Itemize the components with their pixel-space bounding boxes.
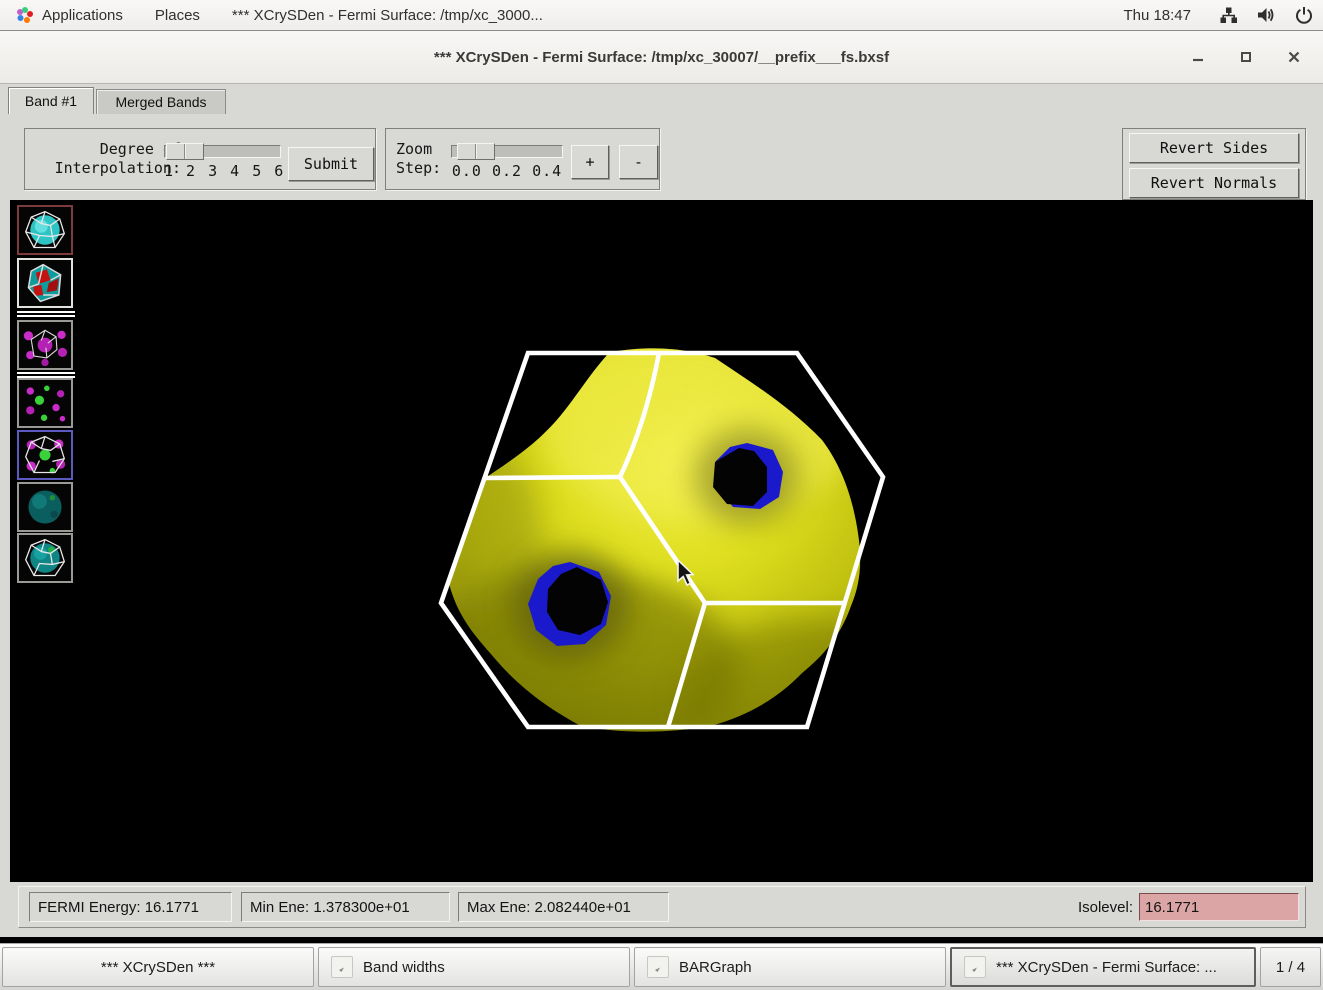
taskbar-item-label: *** XCrySDen - Fermi Surface: ... (996, 959, 1217, 976)
fermi-surface-render (10, 200, 1313, 882)
taskbar-item-band-widths[interactable]: Band widths (318, 947, 630, 987)
render-canvas[interactable] (10, 200, 1313, 882)
system-tray: Thu 18:47 (1105, 0, 1323, 30)
submit-button[interactable]: Submit (288, 147, 374, 181)
window-titlebar[interactable]: *** XCrySDen - Fermi Surface: /tmp/xc_30… (0, 31, 1323, 84)
surface-thumbnail-2[interactable] (17, 258, 73, 308)
zoom-frame: Zoom Step: 0.0 0.2 0.4 + - (385, 128, 660, 190)
minimize-button[interactable] (1187, 46, 1209, 68)
xcrysden-window: Band #1 Merged Bands Degree of Interpola… (0, 84, 1323, 937)
system-bar: Applications Places *** XCrySDen - Fermi… (0, 0, 1323, 31)
zoom-ticks: 0.0 0.2 0.4 (446, 162, 568, 180)
isolevel-input[interactable] (1139, 893, 1299, 921)
thumbnail-separator (17, 311, 75, 317)
fermi-energy-readout: FERMI Energy: 16.1771 (29, 892, 232, 922)
maximize-button[interactable] (1235, 46, 1257, 68)
surface-thumbnail-5[interactable] (17, 430, 73, 480)
workspace-pager[interactable]: 1 / 4 (1260, 947, 1321, 987)
interpolation-slider-handle[interactable] (166, 143, 204, 160)
close-button[interactable] (1283, 46, 1305, 68)
active-window-menu[interactable]: *** XCrySDen - Fermi Surface: /tmp/xc_30… (216, 0, 559, 30)
applications-menu[interactable]: Applications (0, 0, 139, 30)
applications-pinwheel-icon (16, 6, 34, 24)
taskbar-item-fermi-surface-active[interactable]: *** XCrySDen - Fermi Surface: ... (950, 947, 1256, 987)
taskbar-item-label: BARGraph (679, 959, 752, 976)
zoom-out-button[interactable]: - (619, 145, 658, 179)
taskbar-item-xcrysden[interactable]: *** XCrySDen *** (2, 947, 314, 987)
surface-thumbnail-7[interactable] (17, 533, 73, 583)
tab-merged-bands[interactable]: Merged Bands (96, 89, 226, 114)
isolevel-label: Isolevel: (1078, 899, 1133, 916)
thumbnail-separator (17, 372, 75, 378)
status-panel: FERMI Energy: 16.1771 Min Ene: 1.378300e… (18, 886, 1306, 928)
zoom-in-button[interactable]: + (571, 145, 609, 179)
window-icon (964, 956, 986, 978)
tab-merged-bands-label: Merged Bands (115, 94, 206, 110)
taskbar-item-label: Band widths (363, 959, 445, 976)
min-energy-readout: Min Ene: 1.378300e+01 (241, 892, 450, 922)
revert-sides-button[interactable]: Revert Sides (1129, 133, 1299, 163)
zoom-step-label: Zoom Step: (396, 140, 441, 178)
interpolation-frame: Degree of Interpolation: 1 2 3 4 5 6 Sub… (24, 128, 376, 190)
max-energy-readout: Max Ene: 2.082440e+01 (458, 892, 669, 922)
revert-frame: Revert Sides Revert Normals (1122, 128, 1306, 200)
places-menu[interactable]: Places (139, 0, 216, 30)
taskbar-item-label: *** XCrySDen *** (101, 959, 215, 976)
interpolation-label: Degree of Interpolation: (31, 140, 181, 178)
network-icon[interactable] (1209, 0, 1247, 30)
revert-normals-button[interactable]: Revert Normals (1129, 168, 1299, 198)
window-title: *** XCrySDen - Fermi Surface: /tmp/xc_30… (0, 49, 1323, 66)
surface-thumbnail-6[interactable] (17, 482, 73, 532)
volume-icon[interactable] (1247, 0, 1285, 30)
zoom-slider-handle[interactable] (457, 143, 495, 160)
applications-label: Applications (42, 7, 123, 24)
window-icon (331, 956, 353, 978)
tab-band-1[interactable]: Band #1 (8, 87, 94, 114)
places-label: Places (155, 7, 200, 24)
active-window-label: *** XCrySDen - Fermi Surface: /tmp/xc_30… (232, 7, 543, 24)
tab-band-1-label: Band #1 (25, 93, 77, 109)
clock[interactable]: Thu 18:47 (1105, 7, 1209, 24)
surface-thumbnail-1-selected[interactable] (17, 205, 73, 255)
interpolation-ticks: 1 2 3 4 5 6 (164, 162, 281, 180)
surface-thumbnail-4[interactable] (17, 378, 73, 428)
surface-thumbnail-3[interactable] (17, 320, 73, 370)
window-icon (647, 956, 669, 978)
taskbar: *** XCrySDen *** Band widths BARGraph **… (0, 943, 1323, 990)
power-icon[interactable] (1285, 0, 1323, 30)
taskbar-item-bargraph[interactable]: BARGraph (634, 947, 946, 987)
